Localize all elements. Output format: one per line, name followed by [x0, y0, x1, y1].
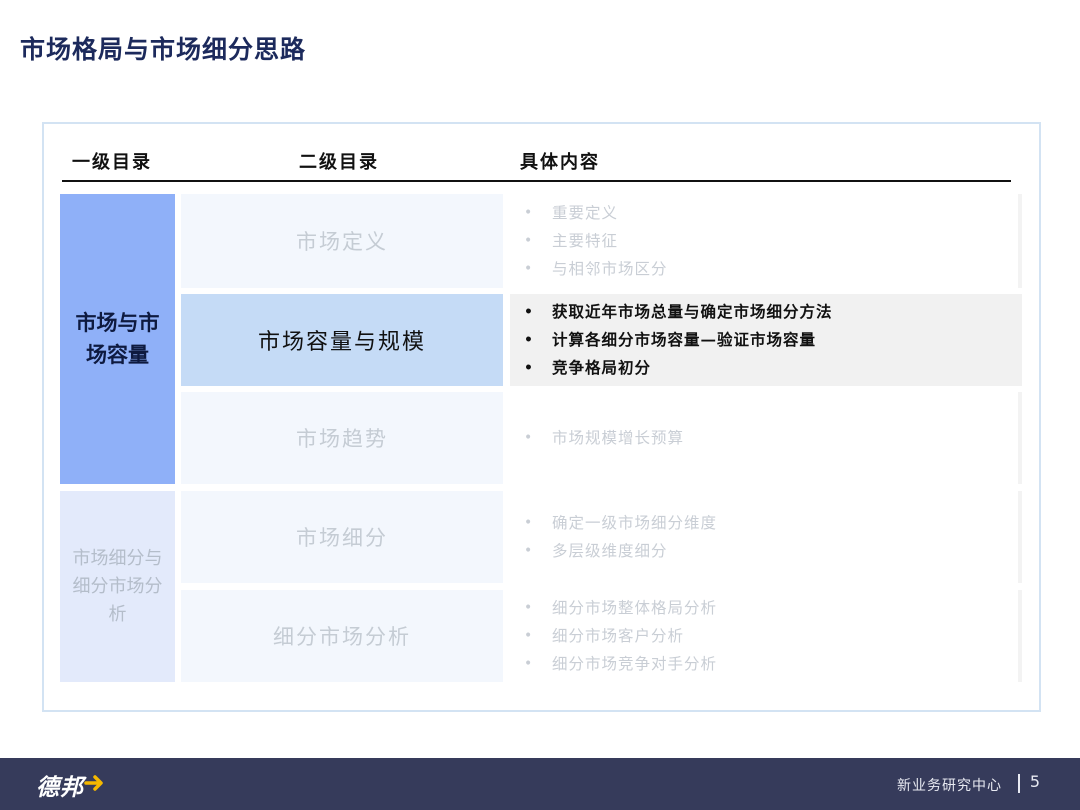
company-logo: 德邦 [36, 775, 84, 801]
list-item: • 计算各细分市场容量—验证市场容量 [524, 330, 817, 349]
header-level1: 一级目录 [72, 152, 152, 173]
level2-label: 市场趋势 [296, 427, 388, 451]
level2-label: 市场细分 [296, 526, 388, 550]
level2-segment-analysis[interactable]: 细分市场分析 [181, 590, 503, 682]
list-item: • 主要特征 [524, 232, 619, 250]
list-item: • 获取近年市场总量与确定市场细分方法 [524, 302, 833, 321]
page-title: 市场格局与市场细分思路 [20, 35, 307, 64]
level2-market-definition[interactable]: 市场定义 [181, 194, 503, 288]
detail-market-segmentation: • 确定一级市场细分维度 • 多层级维度细分 [510, 491, 1022, 583]
level2-market-segmentation[interactable]: 市场细分 [181, 491, 503, 583]
footer-divider [1018, 774, 1020, 793]
list-item: • 重要定义 [524, 204, 619, 222]
list-item: • 细分市场客户分析 [524, 627, 685, 645]
list-item: • 竞争格局初分 [524, 358, 652, 377]
detail-market-capacity-scale: • 获取近年市场总量与确定市场细分方法 • 计算各细分市场容量—验证市场容量 • 竞争… [510, 294, 1022, 386]
header-divider [62, 180, 1011, 182]
logo-arrow-icon [84, 775, 103, 791]
level1-label: 市场与市场容量 [75, 310, 160, 367]
footer-bar: 德邦 新业务研究中心 5 [0, 758, 1080, 810]
level2-market-capacity-scale[interactable]: 市场容量与规模 [181, 294, 503, 386]
level1-market-capacity[interactable]: 市场与市场容量 [60, 194, 175, 484]
detail-segment-analysis: • 细分市场整体格局分析 • 细分市场客户分析 • 细分市场竞争对手分析 [510, 590, 1022, 682]
header-level2: 二级目录 [299, 152, 379, 173]
list-item: • 确定一级市场细分维度 [524, 514, 718, 532]
list-item: • 与相邻市场区分 [524, 260, 668, 278]
detail-market-definition: • 重要定义 • 主要特征 • 与相邻市场区分 [510, 194, 1022, 288]
list-item: • 多层级维度细分 [524, 542, 668, 560]
header-content: 具体内容 [520, 152, 600, 173]
list-item: • 市场规模增长预算 [524, 429, 685, 447]
slide: 市场格局与市场细分思路 一级目录 二级目录 具体内容 市场与市场容量 市场细分与… [0, 0, 1080, 810]
list-item: • 细分市场整体格局分析 [524, 599, 718, 617]
level2-label: 细分市场分析 [273, 625, 411, 649]
level2-market-trend[interactable]: 市场趋势 [181, 392, 503, 484]
page-number: 5 [1029, 772, 1040, 791]
level2-label: 市场定义 [296, 230, 388, 254]
level2-label: 市场容量与规模 [257, 330, 426, 355]
list-item: • 细分市场竞争对手分析 [524, 655, 718, 673]
level1-label: 市场细分与细分市场分析 [72, 547, 163, 625]
footer-org: 新业务研究中心 [897, 778, 1002, 794]
detail-market-trend: • 市场规模增长预算 [510, 392, 1022, 484]
level1-market-segmentation[interactable]: 市场细分与细分市场分析 [60, 491, 175, 682]
